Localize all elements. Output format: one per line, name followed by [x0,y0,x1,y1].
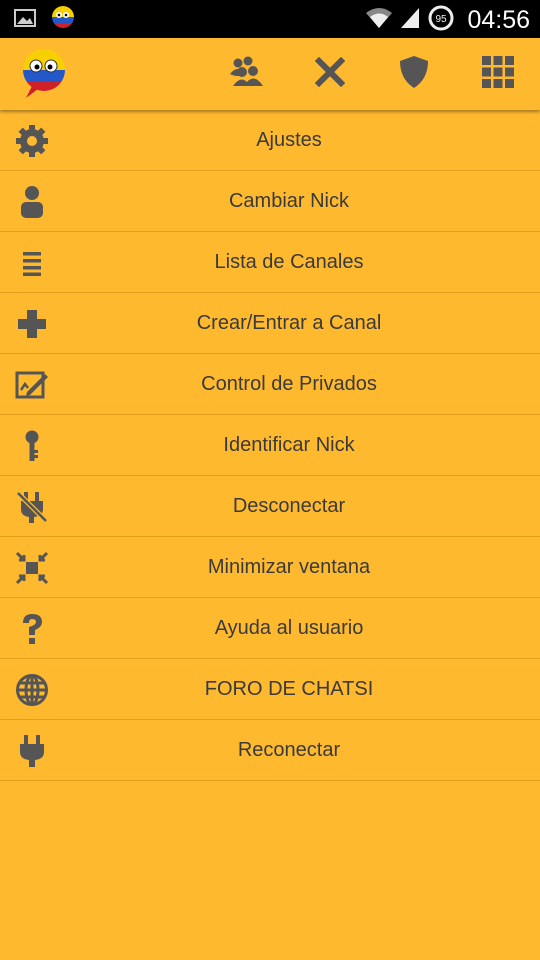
menu-item-lista-canales[interactable]: Lista de Canales [0,232,540,293]
grid-menu-button[interactable] [478,54,518,94]
menu-item-label: Desconectar [232,494,346,517]
globe-icon [14,673,50,707]
menu-item-minimizar-ventana[interactable]: Minimizar ventana [0,537,540,598]
menu-item-ajustes[interactable]: Ajustes [0,110,540,171]
app-logo-icon[interactable] [20,48,68,100]
edit-message-icon [14,368,50,402]
gallery-notification-icon [14,8,36,33]
close-icon [314,56,346,92]
close-button[interactable] [310,54,350,94]
menu-item-ayuda[interactable]: Ayuda al usuario [0,598,540,659]
battery-level: 95 [436,14,448,25]
status-bar: 95 04:56 [0,0,540,38]
menu-item-label: Ayuda al usuario [214,616,364,639]
menu-item-label: Cambiar Nick [228,189,350,212]
main-menu-list: Ajustes Cambiar Nick Lista de Canales Cr… [0,110,540,781]
menu-item-control-privados[interactable]: Control de Privados [0,354,540,415]
menu-item-crear-canal[interactable]: Crear/Entrar a Canal [0,293,540,354]
users-button[interactable] [226,54,266,94]
unplug-icon [14,490,50,524]
menu-item-label: Crear/Entrar a Canal [196,311,382,334]
clock: 04:56 [467,6,530,34]
menu-item-label: FORO DE CHATSI [204,677,374,700]
grid-icon [481,55,515,94]
wifi-icon [365,6,393,35]
menu-item-identificar-nick[interactable]: Identificar Nick [0,415,540,476]
question-icon [14,612,50,646]
shield-button[interactable] [394,54,434,94]
signal-icon [399,6,421,35]
menu-item-label: Control de Privados [201,372,377,395]
plus-icon [14,307,50,341]
menu-item-cambiar-nick[interactable]: Cambiar Nick [0,171,540,232]
plug-icon [14,734,50,768]
users-icon [228,56,264,93]
menu-item-foro[interactable]: FORO DE CHATSI [0,659,540,720]
menu-item-label: Minimizar ventana [207,555,371,578]
menu-item-label: Identificar Nick [223,433,355,456]
menu-item-reconectar[interactable]: Reconectar [0,720,540,781]
gear-icon [14,124,50,158]
shield-icon [399,55,429,94]
menu-item-label: Ajustes [256,128,322,151]
menu-item-label: Reconectar [237,738,341,761]
key-icon [14,429,50,463]
app-notification-icon [50,5,76,36]
app-toolbar [0,38,540,110]
list-icon [14,246,50,280]
minimize-icon [14,551,50,585]
battery-icon: 95 [427,4,455,37]
menu-item-label: Lista de Canales [214,250,364,273]
menu-item-desconectar[interactable]: Desconectar [0,476,540,537]
person-icon [14,185,50,219]
